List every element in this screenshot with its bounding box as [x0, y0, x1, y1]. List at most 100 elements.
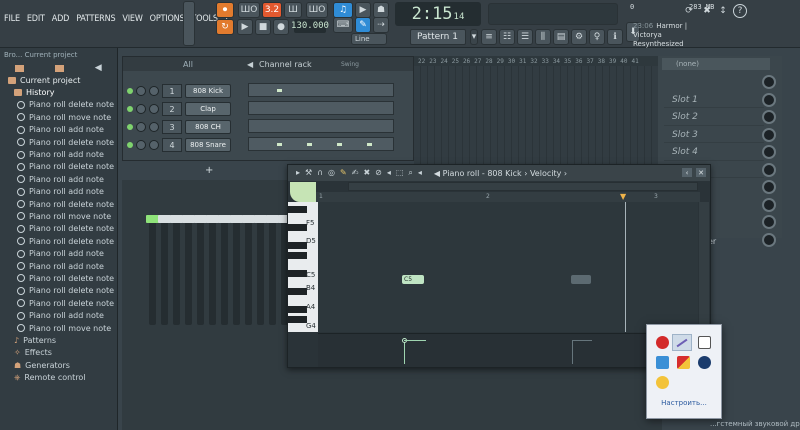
history-item[interactable]: Piano roll delete note	[0, 136, 117, 148]
pattern-dropdown-icon[interactable]: ▾	[470, 29, 478, 45]
channel-mixer-track[interactable]: 1	[162, 84, 182, 98]
history-item[interactable]: Piano roll move note	[0, 210, 117, 222]
typing-keyboard-icon[interactable]: ⌨	[333, 17, 353, 33]
step-edit-icon[interactable]: ♫	[333, 2, 353, 18]
add-channel-button[interactable]: +	[205, 165, 213, 176]
channel-mute-led[interactable]	[127, 88, 133, 94]
channel-pan-knob[interactable]	[136, 122, 146, 132]
channel-mute-led[interactable]	[127, 124, 133, 130]
history-item[interactable]: Piano roll add note	[0, 124, 117, 136]
menu-add[interactable]: ADD	[52, 14, 70, 24]
velocity-lane[interactable]	[318, 333, 698, 367]
channel-mixer-track[interactable]: 3	[162, 120, 182, 134]
mixer-fader[interactable]	[158, 215, 171, 325]
channel-step-sequence[interactable]	[248, 137, 394, 151]
note-grid[interactable]: C5	[318, 202, 698, 332]
channel-pan-knob[interactable]	[136, 86, 146, 96]
history-item[interactable]: Piano roll delete note	[0, 223, 117, 235]
history-item[interactable]: Piano roll move note	[0, 111, 117, 123]
network-icon[interactable]	[656, 356, 669, 369]
cursor-icon[interactable]: ✖	[700, 4, 714, 18]
menu-edit[interactable]: EDIT	[27, 14, 45, 24]
magnet-icon[interactable]: ∩	[317, 168, 323, 178]
channel-mixer-track[interactable]: 2	[162, 102, 182, 116]
slot-mix-knob[interactable]	[762, 197, 776, 212]
channel-row[interactable]: 3 808 CH	[127, 119, 231, 135]
black-key[interactable]	[288, 242, 307, 249]
tempo-display[interactable]: 130.000	[291, 19, 329, 33]
line-mode-select[interactable]: Line	[351, 33, 387, 45]
channel-pan-knob[interactable]	[136, 140, 146, 150]
channel-volume-knob[interactable]	[149, 122, 159, 132]
history-item[interactable]: Piano roll add note	[0, 260, 117, 272]
news-panel[interactable]: 23:06 Harmor | Victorya Resynthesized	[633, 22, 703, 49]
mixer-slot[interactable]: Slot 1	[664, 92, 764, 108]
channel-name-button[interactable]: 808 Kick	[185, 84, 231, 98]
browser-back-icon[interactable]: ◀	[95, 63, 102, 73]
black-key[interactable]	[288, 206, 307, 213]
history-item[interactable]: Piano roll delete note	[0, 272, 117, 284]
black-key[interactable]	[288, 316, 307, 323]
stamp-icon[interactable]	[290, 182, 316, 202]
mixer-fader[interactable]	[206, 215, 219, 325]
steam-icon[interactable]	[698, 356, 711, 369]
channel-mute-led[interactable]	[127, 142, 133, 148]
zoom-icon[interactable]: ⌕	[408, 168, 412, 178]
piano-roll-target[interactable]: Velocity	[530, 169, 561, 178]
piano-roll-ruler[interactable]: 1 2 3 ▼	[316, 192, 700, 202]
tree-patterns[interactable]: ♪ Patterns	[0, 334, 117, 346]
menu-file[interactable]: FILE	[4, 14, 20, 24]
mixer-slot[interactable]: Slot 3	[664, 127, 764, 143]
slice-icon[interactable]: ◂	[387, 168, 391, 178]
mixer-fader[interactable]	[242, 215, 255, 325]
mixer-fader[interactable]	[182, 215, 195, 325]
browser-folder-icon-2[interactable]	[55, 64, 65, 72]
mute-icon[interactable]: ⊘	[375, 168, 382, 178]
step-note[interactable]	[367, 143, 372, 146]
tree-effects[interactable]: ✧ Effects	[0, 347, 117, 359]
paint-icon[interactable]: ✍	[352, 168, 359, 178]
channel-pan-knob[interactable]	[136, 104, 146, 114]
fl-studio-tray-icon[interactable]	[672, 334, 692, 351]
pattern-mode-icon[interactable]: ⏺	[216, 2, 234, 18]
opera-icon[interactable]	[656, 336, 669, 349]
menu-arrow-icon[interactable]: ▸	[296, 168, 300, 178]
channel-volume-knob[interactable]	[149, 104, 159, 114]
mixer-fader[interactable]	[254, 215, 267, 325]
mixer-fader[interactable]	[170, 215, 183, 325]
playback-icon[interactable]: ◂	[418, 168, 422, 178]
slot-mix-knob[interactable]	[762, 127, 776, 142]
history-item[interactable]: Piano roll delete note	[0, 99, 117, 111]
history-item[interactable]: Piano roll add note	[0, 186, 117, 198]
slot-mix-knob[interactable]	[762, 92, 776, 107]
pat-label[interactable]: ШО	[238, 2, 260, 18]
history-item[interactable]: Piano roll add note	[0, 247, 117, 259]
delete-icon[interactable]: ✖	[363, 168, 370, 178]
menu-collapse-button[interactable]	[183, 1, 195, 46]
channel-volume-knob[interactable]	[149, 86, 159, 96]
history-item[interactable]: Piano roll add note	[0, 173, 117, 185]
mixer-slot[interactable]: Slot 4	[664, 145, 764, 161]
channel-row[interactable]: 4 808 Snare	[127, 137, 231, 153]
piano-roll-v-scroll[interactable]	[699, 202, 709, 332]
mixer-icon[interactable]: ⫼	[535, 29, 551, 45]
wrench-icon[interactable]: ⚒	[305, 168, 312, 178]
slot-mix-knob[interactable]	[762, 215, 776, 229]
ghost-note[interactable]	[571, 275, 591, 284]
slot-mix-knob[interactable]	[762, 162, 776, 177]
history-item[interactable]: Piano roll add note	[0, 148, 117, 160]
blend-icon[interactable]: ☗	[373, 2, 389, 18]
countdown-icon[interactable]: ⇢	[373, 17, 389, 33]
history-item[interactable]: Piano roll delete note	[0, 235, 117, 247]
slot-mix-knob[interactable]	[762, 75, 776, 89]
smiley-icon[interactable]	[656, 376, 669, 389]
tree-remote-control[interactable]: ⎈ Remote control	[0, 371, 117, 383]
piano-roll-icon[interactable]: ☷	[499, 29, 515, 45]
kaspersky-icon[interactable]	[677, 356, 690, 369]
slot-mix-knob[interactable]	[762, 145, 776, 159]
playlist-grid[interactable]	[414, 66, 658, 166]
black-key[interactable]	[288, 224, 307, 231]
snap-mode-icon[interactable]: Ш	[284, 2, 302, 18]
plugin-picker-icon[interactable]: ⚙	[571, 29, 587, 45]
tree-history[interactable]: History	[0, 86, 117, 98]
